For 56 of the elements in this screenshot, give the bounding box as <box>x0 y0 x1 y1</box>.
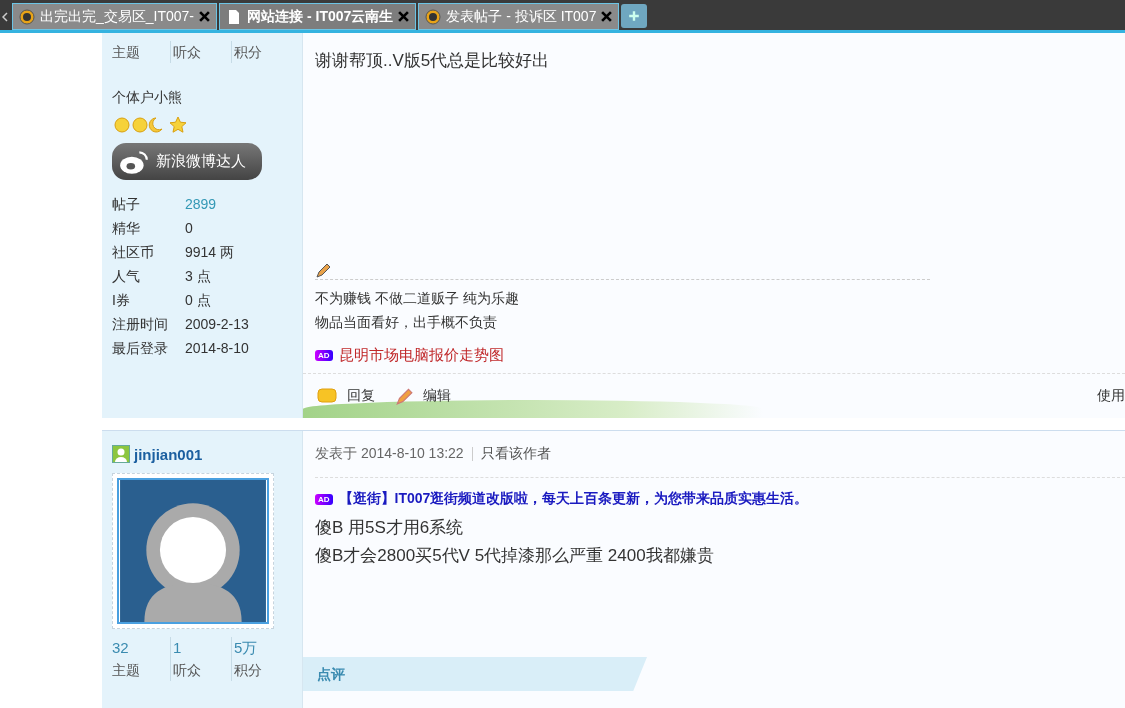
close-icon[interactable] <box>398 11 410 22</box>
ad-badge: AD <box>315 493 333 505</box>
post-text: 傻B 用5S才用6系统 <box>315 517 465 539</box>
profile-value: 3 点 <box>185 267 211 286</box>
new-tab-button[interactable] <box>621 4 648 28</box>
close-icon[interactable] <box>199 11 211 22</box>
comment-header: 点评 <box>303 657 647 691</box>
profile-label: 帖子 <box>112 195 141 214</box>
profile-label: 注册时间 <box>112 315 169 334</box>
profile-label: 最后登录 <box>112 339 169 358</box>
ad-link[interactable]: 【逛街】IT007逛街频道改版啦，每天上百条更新，为您带来品质实惠生活。 <box>338 490 809 508</box>
profile-value: 2014-8-10 <box>185 339 249 358</box>
pencil-icon <box>315 263 331 279</box>
edit-button[interactable]: 编辑 <box>395 387 451 405</box>
profile-value[interactable]: 2899 <box>185 192 217 216</box>
use-link[interactable]: 使用 <box>1097 387 1125 405</box>
signature-text: 物品当面看好，出手概不负责 <box>315 313 498 332</box>
reply-button[interactable]: 回复 <box>317 387 375 405</box>
scroll-left-icon[interactable] <box>2 12 8 22</box>
profile-value: 9914 两 <box>185 243 235 262</box>
site-logo-icon <box>19 8 35 25</box>
stat-label: 主题 <box>112 661 141 680</box>
stat-label: 积分 <box>234 661 263 680</box>
stat-label: 积分 <box>234 43 263 62</box>
plus-icon <box>628 10 641 22</box>
user-icon <box>112 445 130 463</box>
post-text: 傻B才会2800买5代V 5代掉漆那么严重 2400我都嫌贵 <box>315 545 715 567</box>
stat-label: 听众 <box>173 43 202 62</box>
stat-value[interactable]: 1 <box>173 637 231 659</box>
profile-value: 2009-2-13 <box>185 315 249 334</box>
browser-tab[interactable]: 发表帖子 - 投诉区 IT007 <box>418 3 620 30</box>
post-text: 谢谢帮顶..V版5代总是比较好出 <box>315 50 551 72</box>
close-icon[interactable] <box>601 11 613 22</box>
stat-value[interactable]: 32 <box>112 637 170 659</box>
ad-link[interactable]: 昆明市场电脑报价走势图 <box>338 346 504 365</box>
pencil-icon <box>395 387 413 405</box>
browser-tab[interactable]: 网站连接 - IT007云南生 <box>219 3 417 30</box>
site-logo-icon <box>425 8 442 25</box>
ad-badge: AD <box>315 350 333 361</box>
profile-value: 0 点 <box>185 291 211 310</box>
signature-text: 不为赚钱 不做二道贩子 纯为乐趣 <box>315 289 520 308</box>
profile-label: 精华 <box>112 219 141 238</box>
speech-bubble-icon <box>317 388 337 404</box>
profile-value: 0 <box>185 219 193 238</box>
post-date: 发表于 2014-8-10 13:22 <box>315 445 464 463</box>
stat-value[interactable]: 5万 <box>234 637 292 659</box>
username-link[interactable]: jinjian001 <box>134 445 203 463</box>
profile-label: I券 <box>112 291 131 310</box>
profile-label: 社区币 <box>112 243 155 262</box>
weibo-badge: 新浪微博达人 <box>112 143 262 180</box>
browser-tab[interactable]: 出完出完_交易区_IT007- <box>12 3 218 30</box>
stat-label: 主题 <box>112 43 141 62</box>
stat-label: 听众 <box>173 661 202 680</box>
author-only-link[interactable]: 只看该作者 <box>480 445 551 463</box>
user-group: 个体户小熊 <box>112 89 292 107</box>
profile-label: 人气 <box>112 267 141 286</box>
